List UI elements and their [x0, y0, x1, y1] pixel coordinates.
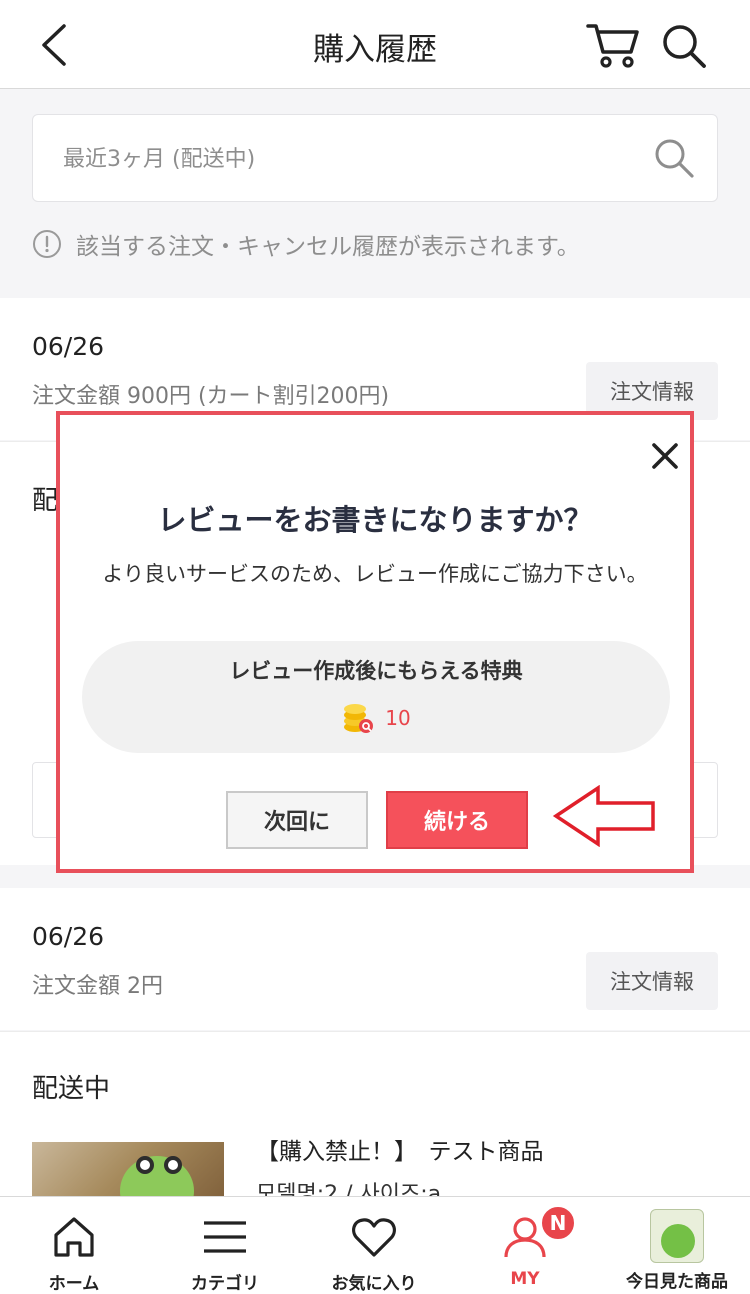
tab-label: カテゴリ — [191, 1274, 259, 1294]
order-info-button[interactable]: 注文情報 — [586, 952, 718, 1010]
frog-eye — [164, 1156, 182, 1174]
later-button[interactable]: 次回に — [226, 791, 368, 849]
product-option: 모델명:2 / 사이즈:a — [256, 1182, 442, 1196]
cart-icon[interactable] — [585, 20, 641, 70]
order-summary: 06/26 注文金額 2円 注文情報 — [0, 888, 750, 1030]
history-notice: 該当する注文・キャンセル履歴が表示されます。 — [32, 226, 580, 262]
continue-button[interactable]: 続ける — [386, 791, 528, 849]
tab-home[interactable]: ホーム — [34, 1197, 114, 1294]
heart-icon — [352, 1218, 396, 1257]
menu-icon — [204, 1221, 246, 1253]
delivery-status: 配送中 — [32, 1074, 111, 1104]
app-header: 購入履歴 — [0, 0, 750, 89]
close-icon[interactable] — [648, 439, 682, 473]
tab-recently-viewed[interactable]: 今日見た商品 — [612, 1197, 742, 1294]
search-icon[interactable] — [660, 22, 708, 70]
tab-category[interactable]: カテゴリ — [180, 1197, 270, 1294]
product-name[interactable]: 【購入禁止！】 テスト商品 — [256, 1132, 544, 1166]
benefit-points: 10 — [385, 706, 411, 730]
notice-text: 該当する注文・キャンセル履歴が表示されます。 — [76, 234, 580, 260]
frog-eye — [136, 1156, 154, 1174]
tab-label: お気に入り — [331, 1274, 417, 1294]
bottom-tab-bar: ホーム カテゴリ お気に入り MY N 今日見た商品 — [0, 1196, 750, 1294]
mascot-image — [661, 1224, 695, 1258]
info-icon — [33, 230, 61, 258]
modal-description: より良いサービスのため、レビュー作成にご協力下さい。 — [102, 562, 648, 586]
tab-label: 今日見た商品 — [626, 1272, 728, 1292]
order-status-section: 配送中 — [0, 1031, 750, 1131]
tab-label: ホーム — [48, 1274, 100, 1294]
arrow-left-annotation-icon — [552, 785, 655, 847]
order-period-input[interactable] — [63, 137, 623, 181]
search-icon[interactable] — [653, 137, 695, 179]
order-search-box[interactable] — [32, 114, 718, 202]
order-amount: 注文金額 900円 (カート割引200円) — [32, 384, 390, 409]
product-item[interactable]: 【購入禁止！】 テスト商品 모델명:2 / 사이즈:a — [0, 1130, 750, 1196]
recent-item-thumbnail — [650, 1209, 704, 1263]
order-amount: 注文金額 2円 — [32, 974, 163, 999]
order-date: 06/26 — [32, 922, 105, 951]
delivery-status: 配 — [32, 486, 59, 516]
modal-title: レビューをお書きになりますか？ — [157, 503, 593, 537]
tab-label: MY — [510, 1269, 540, 1289]
order-date: 06/26 — [32, 332, 105, 361]
benefit-row: 10 — [82, 701, 670, 735]
review-benefit-box: レビュー作成後にもらえる特典 10 — [82, 641, 670, 753]
benefit-title: レビュー作成後にもらえる特典 — [229, 659, 523, 683]
notification-badge: N — [540, 1205, 576, 1241]
tab-favorites[interactable]: お気に入り — [322, 1197, 426, 1294]
frog-plush-image — [120, 1156, 194, 1196]
home-icon — [54, 1217, 94, 1257]
product-thumbnail[interactable] — [32, 1142, 224, 1196]
coin-stack-icon — [344, 704, 374, 733]
